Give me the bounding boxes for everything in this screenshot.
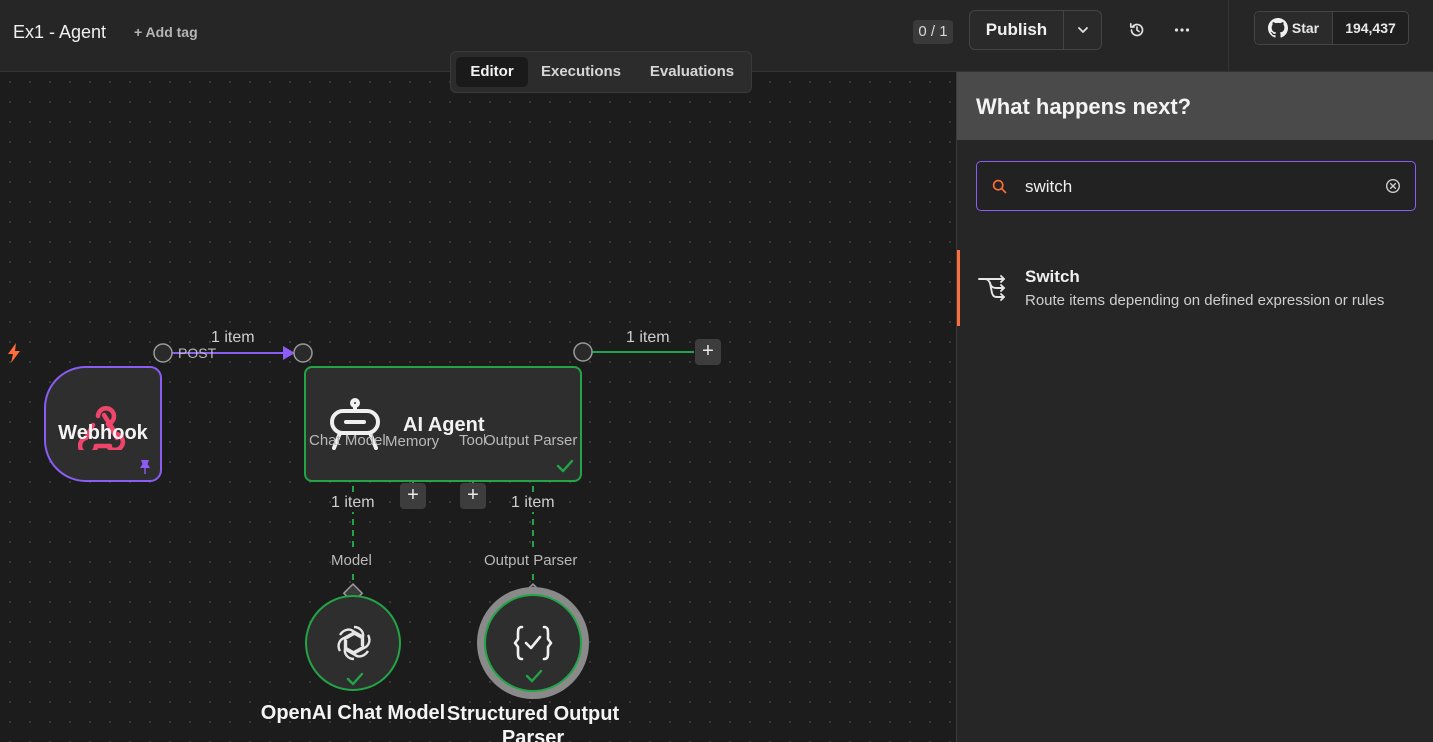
structured-output-parser-node[interactable]: [477, 587, 589, 699]
more-options-button[interactable]: [1168, 16, 1196, 44]
history-icon: [1129, 22, 1144, 37]
webhook-item-count: 1 item: [211, 329, 255, 346]
result-selection-accent: [957, 250, 960, 326]
ai-agent-node[interactable]: AI Agent: [304, 366, 582, 482]
chat-model-item-count: 1 item: [331, 494, 375, 512]
panel-title: What happens next?: [976, 94, 1192, 119]
history-button[interactable]: [1123, 16, 1151, 44]
webhook-output-handle[interactable]: [153, 343, 173, 363]
node-search-box[interactable]: [976, 161, 1416, 211]
search-input[interactable]: [1023, 173, 1367, 201]
braces-check-icon: [513, 625, 553, 661]
webhook-node-label: Webhook: [58, 422, 148, 444]
tab-editor[interactable]: Editor: [456, 57, 528, 87]
add-tag-button[interactable]: + Add tag: [134, 24, 198, 40]
webhook-output-label: POST: [178, 345, 217, 361]
workflow-title[interactable]: Ex1 - Agent: [13, 22, 106, 43]
publish-options-button[interactable]: [1064, 11, 1101, 49]
tool-port-label: Tool: [459, 432, 485, 449]
parser-input-label: Output Parser: [484, 552, 578, 569]
workflow-counter: 0 / 1: [913, 20, 953, 44]
memory-port-label: Memory: [385, 433, 440, 450]
clear-search-icon[interactable]: [1385, 178, 1401, 194]
openai-input-label: Model: [331, 552, 372, 569]
openai-icon: [337, 625, 371, 661]
add-node-button[interactable]: +: [695, 339, 721, 365]
agent-output-handle[interactable]: [573, 342, 593, 362]
parser-node-inner: [484, 594, 582, 692]
agent-output-item-count: 1 item: [626, 329, 670, 346]
add-memory-button[interactable]: +: [400, 483, 426, 509]
add-tool-button[interactable]: +: [460, 483, 486, 509]
node-creator-panel: What happens next? Switch Route items de…: [956, 72, 1433, 742]
chat-model-port-label: Chat Model: [309, 432, 385, 449]
result-title: Switch: [1025, 267, 1080, 286]
panel-header: What happens next?: [957, 72, 1433, 140]
github-star-label: Star: [1291, 20, 1320, 36]
github-star-widget: Star 194,437: [1254, 11, 1409, 45]
success-check-icon: [556, 459, 574, 473]
parser-node-label: Structured Output Parser: [443, 702, 623, 742]
workflow-canvas[interactable]: Webhook POST 1 item AI Agent 1 item + Ch…: [0, 72, 956, 742]
arrow-head-icon: [283, 346, 295, 360]
parser-label-line2: Parser: [501, 727, 565, 742]
ellipsis-icon: [1174, 28, 1190, 32]
chevron-down-icon: [1077, 27, 1088, 33]
switch-icon: [978, 275, 1005, 301]
view-tabs: Editor Executions Evaluations: [450, 51, 752, 93]
success-check-icon: [525, 669, 543, 683]
openai-chat-model-node[interactable]: [305, 595, 401, 691]
output-parser-port-label: Output Parser: [484, 432, 578, 449]
lightning-icon: [8, 343, 20, 363]
agent-input-handle[interactable]: [293, 343, 313, 363]
publish-group: Publish: [969, 10, 1102, 50]
openai-node-label: OpenAI Chat Model: [260, 702, 446, 724]
publish-button[interactable]: Publish: [970, 11, 1063, 49]
github-icon: [1267, 18, 1288, 38]
success-check-icon: [346, 672, 364, 686]
parser-label-line1: Structured Output: [446, 703, 620, 725]
github-star-button[interactable]: Star: [1255, 12, 1332, 44]
output-parser-item-count: 1 item: [511, 494, 555, 512]
search-icon: [992, 179, 1007, 194]
result-description: Route items depending on defined express…: [1025, 292, 1385, 309]
header-divider: [1228, 0, 1229, 72]
tab-evaluations[interactable]: Evaluations: [637, 57, 747, 87]
tab-executions[interactable]: Executions: [531, 57, 631, 87]
github-star-count[interactable]: 194,437: [1332, 12, 1408, 44]
search-result-item[interactable]: Switch Route items depending on defined …: [957, 250, 1433, 326]
pin-icon: [140, 460, 150, 474]
